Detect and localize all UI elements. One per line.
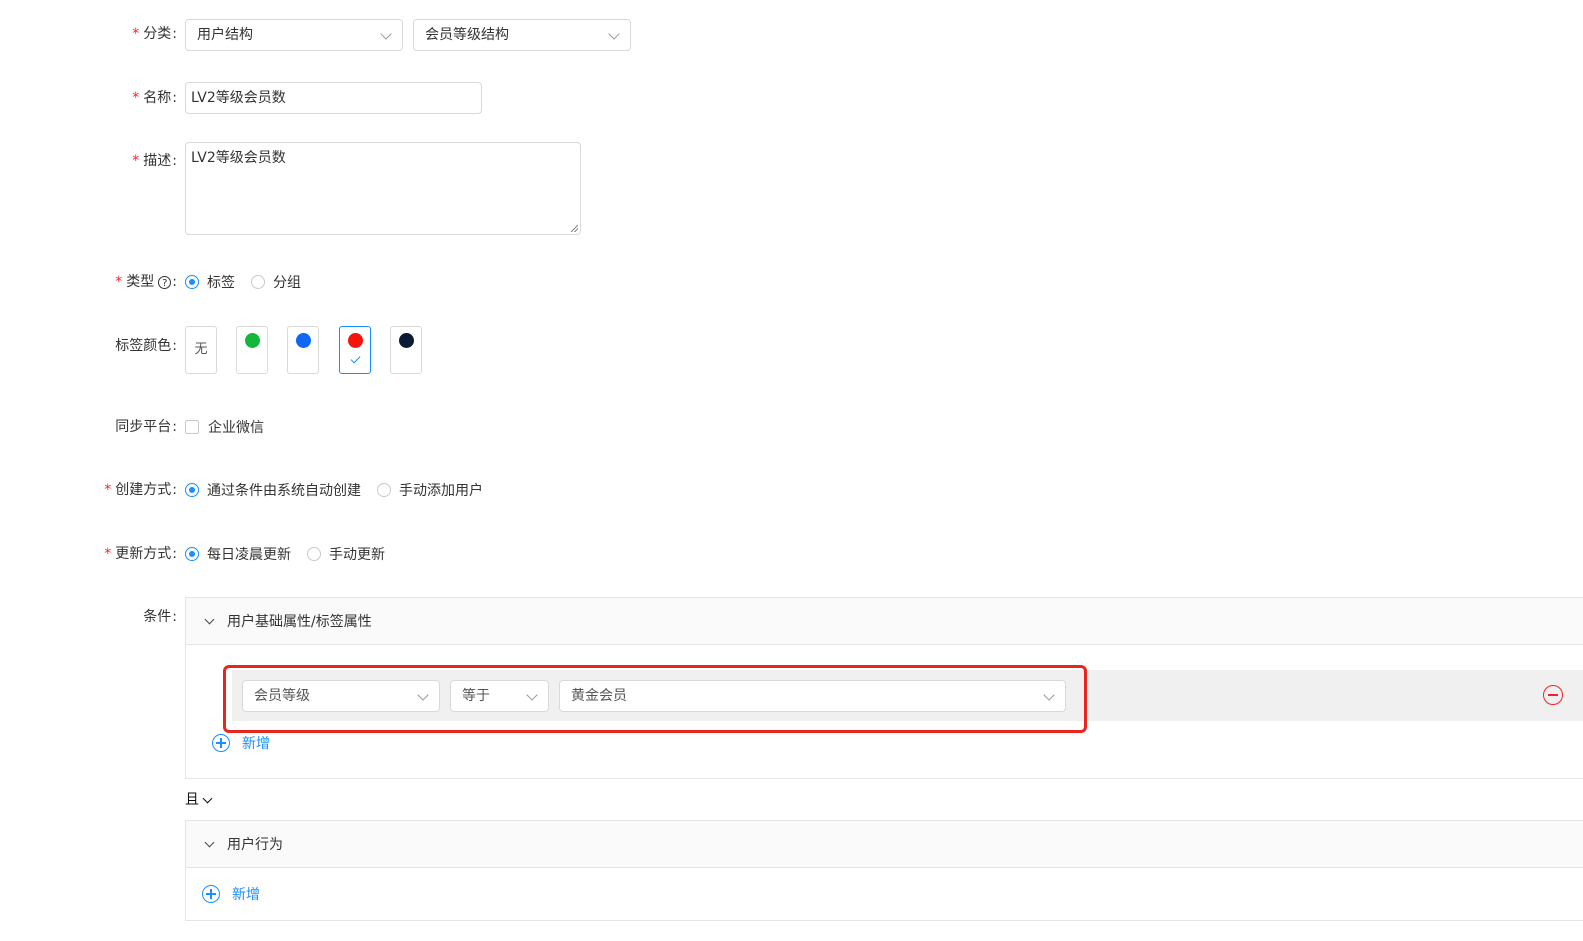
sync-platform-label: 同步平台:: [115, 419, 177, 435]
create-method-radio-group: 通过条件由系统自动创建 手动添加用户: [185, 480, 499, 500]
radio-checked-icon: [185, 547, 199, 561]
checkmark-icon: [350, 353, 361, 364]
create-method-manual[interactable]: 手动添加用户: [377, 480, 483, 500]
category-primary-select[interactable]: 用户结构: [185, 19, 403, 51]
chevron-down-icon: [204, 614, 215, 624]
update-method-daily[interactable]: 每日凌晨更新: [185, 544, 291, 564]
question-circle-icon[interactable]: ?: [158, 275, 172, 289]
chevron-down-icon: [202, 793, 213, 803]
checkbox-icon: [185, 420, 199, 434]
chevron-down-icon: [204, 837, 215, 847]
plus-circle-icon: [212, 734, 230, 752]
type-option-group[interactable]: 分组: [251, 272, 301, 292]
color-swatch-green[interactable]: [236, 326, 268, 374]
color-swatch-blue[interactable]: [287, 326, 319, 374]
sync-wecom-checkbox[interactable]: 企业微信: [185, 417, 264, 437]
radio-unchecked-icon: [251, 275, 265, 289]
highlight-box: [223, 665, 1087, 733]
radio-checked-icon: [185, 275, 199, 289]
category-secondary-select[interactable]: 会员等级结构: [413, 19, 631, 51]
create-method-auto[interactable]: 通过条件由系统自动创建: [185, 480, 361, 500]
resize-handle-icon[interactable]: [571, 225, 578, 232]
plus-circle-icon: [202, 885, 220, 903]
type-label: * 类型 ?:: [115, 274, 177, 290]
condition-group-header[interactable]: 用户行为: [186, 821, 1583, 868]
radio-checked-icon: [185, 483, 199, 497]
logic-operator-toggle[interactable]: 且: [185, 790, 213, 810]
description-label: * 描述:: [132, 153, 177, 169]
color-swatch-none[interactable]: 无: [185, 326, 217, 374]
sync-platform-checkbox-group: 企业微信: [185, 417, 280, 437]
radio-unchecked-icon: [307, 547, 321, 561]
add-behavior-button[interactable]: 新增: [202, 884, 260, 904]
remove-circle-icon[interactable]: [1543, 685, 1563, 705]
name-label: * 名称:: [132, 90, 177, 106]
category-label: * 分类:: [132, 26, 177, 42]
name-input[interactable]: LV2等级会员数: [185, 82, 482, 114]
create-method-label: * 创建方式:: [104, 482, 177, 498]
conditions-label: 条件:: [143, 609, 177, 625]
color-dot: [399, 333, 414, 348]
color-swatch-navy[interactable]: [390, 326, 422, 374]
color-swatch-red[interactable]: [339, 326, 371, 374]
update-method-manual[interactable]: 手动更新: [307, 544, 385, 564]
condition-group-behavior: 用户行为: [185, 820, 1583, 921]
chevron-down-icon: [608, 28, 620, 40]
tag-color-label: 标签颜色:: [115, 338, 177, 354]
update-method-radio-group: 每日凌晨更新 手动更新: [185, 544, 401, 564]
color-dot: [296, 333, 311, 348]
type-option-tag[interactable]: 标签: [185, 272, 235, 292]
color-dot: [245, 333, 260, 348]
radio-unchecked-icon: [377, 483, 391, 497]
condition-group-header[interactable]: 用户基础属性/标签属性: [186, 598, 1583, 645]
type-radio-group: 标签 分组: [185, 272, 317, 292]
update-method-label: * 更新方式:: [104, 546, 177, 562]
add-condition-button[interactable]: 新增: [212, 733, 270, 753]
chevron-down-icon: [380, 28, 392, 40]
description-textarea[interactable]: LV2等级会员数: [185, 142, 581, 235]
color-dot: [348, 333, 363, 348]
